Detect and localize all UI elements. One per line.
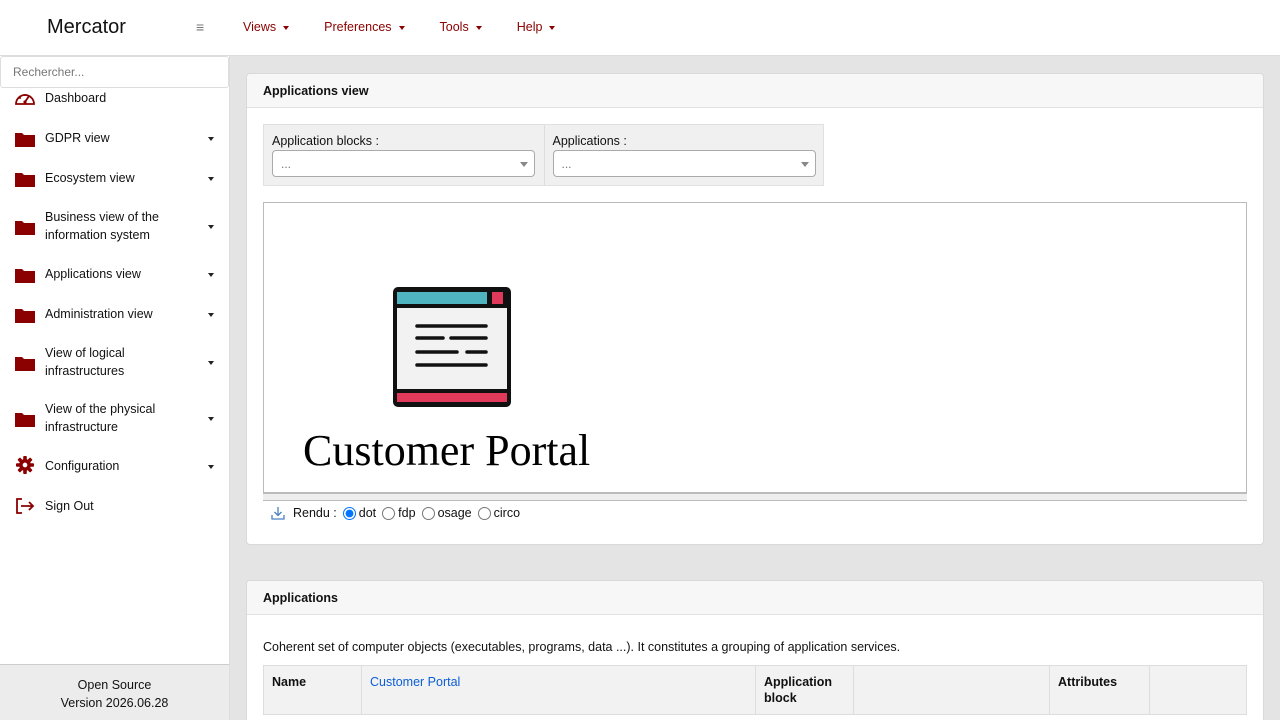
radio-fdp[interactable] xyxy=(382,506,396,520)
chevron-down-icon xyxy=(208,177,214,181)
chevron-down-icon xyxy=(208,361,214,365)
download-icon[interactable] xyxy=(271,506,285,520)
menu-views[interactable]: Views xyxy=(243,20,290,34)
graph-resize-handle[interactable] xyxy=(263,493,1247,501)
caret-down-icon xyxy=(549,25,556,30)
sidebar: Dashboard GDPR view Ecosystem view Busin… xyxy=(0,56,230,720)
radio-dot[interactable] xyxy=(342,506,356,520)
chevron-down-icon xyxy=(208,465,214,469)
folder-icon xyxy=(15,269,35,283)
application-block-cell xyxy=(853,665,1050,715)
application-blocks-select[interactable]: ... xyxy=(272,150,535,177)
radio-circo[interactable] xyxy=(477,506,491,520)
hamburger-icon[interactable]: ≡ xyxy=(196,19,204,35)
render-option-osage[interactable]: osage xyxy=(421,506,472,520)
applications-view-card: Applications view Application blocks : .… xyxy=(246,73,1264,545)
footer-version: Version 2026.06.28 xyxy=(60,696,169,710)
applications-filter: Applications : ... xyxy=(543,125,824,185)
caret-down-icon xyxy=(475,25,482,30)
menu-tools[interactable]: Tools xyxy=(440,20,482,34)
sidebar-footer: Open Source Version 2026.06.28 xyxy=(0,664,229,720)
menu-help[interactable]: Help xyxy=(517,20,556,34)
gear-icon xyxy=(16,456,34,474)
card-title: Applications xyxy=(247,581,1263,615)
graph-node-label[interactable]: Customer Portal xyxy=(303,425,590,476)
attributes-header: Attributes xyxy=(1049,665,1150,715)
search-input[interactable] xyxy=(0,56,229,88)
sign-out-icon xyxy=(16,498,35,514)
attributes-cell xyxy=(1149,665,1247,715)
dropdown-arrow-icon xyxy=(800,162,809,167)
sidebar-item-label: Sign Out xyxy=(45,499,94,513)
footer-license: Open Source xyxy=(77,678,152,692)
application-window-icon[interactable] xyxy=(391,285,513,409)
chevron-down-icon xyxy=(208,137,214,141)
sidebar-item-label: View of logical infrastructures xyxy=(45,346,125,378)
caret-down-icon xyxy=(398,25,405,30)
folder-icon xyxy=(15,309,35,323)
name-header: Name xyxy=(263,665,362,715)
sidebar-item-label: Ecosystem view xyxy=(45,171,135,185)
render-label: Rendu : xyxy=(293,506,337,520)
render-option-fdp[interactable]: fdp xyxy=(382,506,416,520)
filter-row: Application blocks : ... Applications : … xyxy=(263,124,824,186)
sidebar-item-label: Configuration xyxy=(45,459,120,473)
dropdown-arrow-icon xyxy=(520,162,528,167)
render-option-dot[interactable]: dot xyxy=(342,506,376,520)
chevron-down-icon xyxy=(208,417,214,421)
card-title: Applications view xyxy=(247,74,1263,108)
folder-icon xyxy=(15,357,35,371)
filter-label: Application blocks : xyxy=(272,134,380,148)
folder-icon xyxy=(15,133,35,147)
sidebar-item-label: Dashboard xyxy=(45,91,107,105)
sidebar-item-label: GDPR view xyxy=(45,131,110,145)
application-link[interactable]: Customer Portal xyxy=(370,675,460,689)
folder-icon xyxy=(15,413,35,427)
graph-canvas[interactable]: Customer Portal xyxy=(263,202,1247,493)
applications-card: Applications Coherent set of computer ob… xyxy=(246,580,1264,720)
applications-select[interactable]: ... xyxy=(552,150,816,177)
sidebar-item-label: Applications view xyxy=(45,267,141,281)
application-details-table: Name Customer Portal Application block A… xyxy=(263,665,1247,715)
table-row: Name Customer Portal Application block A… xyxy=(263,665,1247,715)
filter-label: Applications : xyxy=(552,134,627,148)
caret-down-icon xyxy=(283,25,290,30)
radio-osage[interactable] xyxy=(421,506,435,520)
render-options: Rendu : dot fdp osage circo xyxy=(271,506,526,520)
top-menu: Views Preferences Tools Help xyxy=(243,20,590,34)
chevron-down-icon xyxy=(208,225,214,229)
applications-description: Coherent set of computer objects (execut… xyxy=(263,640,901,654)
application-blocks-filter: Application blocks : ... xyxy=(264,125,544,185)
chevron-down-icon xyxy=(208,273,214,277)
render-option-circo[interactable]: circo xyxy=(477,506,520,520)
name-cell: Customer Portal xyxy=(361,665,756,715)
menu-preferences[interactable]: Preferences xyxy=(324,20,405,34)
application-block-header: Application block xyxy=(755,665,854,715)
app-title[interactable]: Mercator xyxy=(47,16,126,39)
sidebar-item-label: Administration view xyxy=(45,307,153,321)
sidebar-item-label: Business view of the information system xyxy=(45,210,159,242)
folder-icon xyxy=(15,173,35,187)
sidebar-item-label: View of the physical infrastructure xyxy=(45,402,156,434)
dashboard-icon xyxy=(15,94,35,105)
chevron-down-icon xyxy=(208,313,214,317)
top-navbar: Mercator ≡ Views Preferences Tools Help xyxy=(0,0,1280,56)
folder-icon xyxy=(15,221,35,235)
